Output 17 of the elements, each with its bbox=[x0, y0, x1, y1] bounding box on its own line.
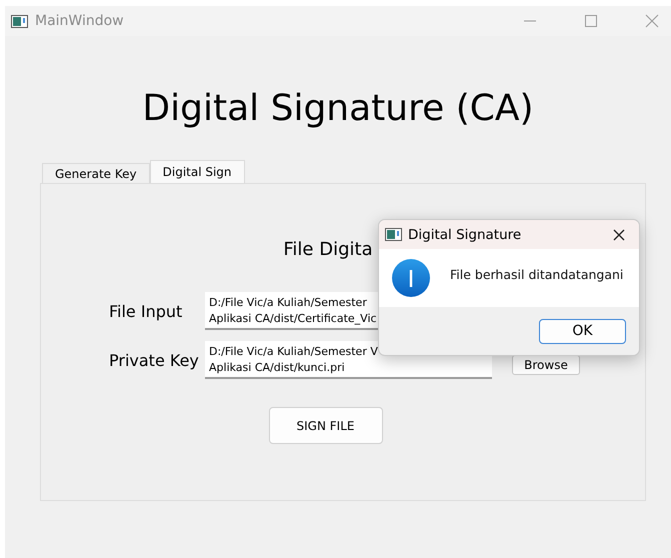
app-icon bbox=[11, 14, 28, 28]
field-label: File Input bbox=[109, 302, 184, 320]
maximize-icon[interactable] bbox=[584, 14, 598, 28]
tab[interactable]: Generate Key bbox=[42, 163, 150, 183]
close-icon[interactable] bbox=[613, 228, 625, 240]
app-heading: Digital Signature (CA) bbox=[141, 88, 535, 131]
dialog-title: Digital Signature bbox=[408, 226, 522, 242]
sign-file-button[interactable]: SIGN FILE bbox=[268, 407, 382, 444]
browse-button[interactable]: Browse bbox=[512, 355, 580, 375]
dialog-message: File berhasil ditandatangani bbox=[450, 267, 624, 282]
ok-button[interactable]: OK bbox=[539, 318, 626, 344]
field-label: Private Key bbox=[109, 350, 200, 370]
tab[interactable]: Digital Sign bbox=[150, 160, 245, 183]
info-icon bbox=[392, 259, 430, 297]
panel-title: File Digita bbox=[283, 239, 373, 260]
window-title: MainWindow bbox=[35, 13, 125, 29]
app-icon bbox=[385, 228, 402, 241]
